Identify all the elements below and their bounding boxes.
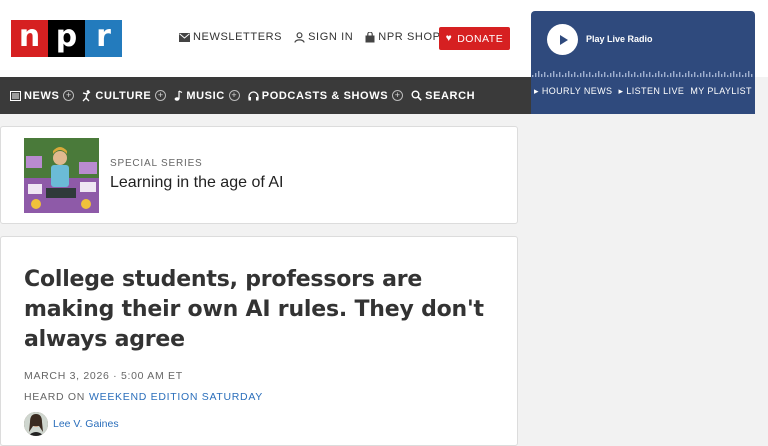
logo-letter-p: p	[48, 20, 85, 57]
newsletters-link[interactable]: NEWSLETTERS	[179, 31, 282, 43]
music-note-icon	[174, 90, 183, 101]
hourly-news-link[interactable]: ▸ HOURLY NEWS	[534, 86, 612, 97]
heart-icon: ♥	[445, 33, 453, 44]
expand-plus-icon[interactable]: +	[392, 90, 404, 101]
nav-item-music[interactable]: MUSIC +	[174, 89, 240, 102]
headphones-icon	[248, 90, 259, 101]
nav-item-culture[interactable]: CULTURE +	[82, 89, 167, 102]
player-links: ▸ HOURLY NEWS ▸ LISTEN LIVE MY PLAYLIST	[531, 86, 755, 97]
series-thumbnail-image[interactable]	[24, 138, 99, 213]
nav-item-news[interactable]: NEWS +	[10, 89, 75, 102]
newsletters-label: NEWSLETTERS	[193, 31, 283, 43]
series-title-link[interactable]: Learning in the age of AI	[110, 174, 283, 192]
header-links: NEWSLETTERS SIGN IN NPR SHOP	[179, 31, 453, 43]
article-card: College students, professors are making …	[0, 236, 518, 446]
npr-shop-link[interactable]: NPR SHOP	[365, 31, 440, 43]
play-live-radio-label: Play Live Radio	[586, 34, 653, 44]
envelope-icon	[179, 32, 190, 42]
listen-live-link[interactable]: ▸ LISTEN LIVE	[619, 86, 685, 97]
author-link[interactable]: Lee V. Gaines	[53, 418, 119, 430]
shopping-bag-icon	[365, 31, 375, 43]
main-nav: NEWS + CULTURE + MUSIC + PODCASTS & SHOW…	[0, 77, 531, 114]
sign-in-label: SIGN IN	[308, 31, 354, 43]
expand-plus-icon[interactable]: +	[63, 90, 75, 101]
nav-culture-label: CULTURE	[95, 89, 152, 102]
nav-podcasts-label: PODCASTS & SHOWS	[261, 89, 389, 102]
series-label: SPECIAL SERIES	[110, 158, 203, 169]
nav-search-label: SEARCH	[425, 89, 476, 102]
donate-label: DONATE	[457, 32, 504, 45]
expand-plus-icon[interactable]: +	[228, 90, 240, 101]
npr-logo[interactable]: n p r	[11, 20, 122, 57]
heard-on: HEARD ON WEEKEND EDITION SATURDAY	[24, 391, 263, 403]
heard-on-prefix: HEARD ON	[24, 391, 86, 403]
author-avatar[interactable]	[24, 412, 48, 436]
live-radio-player: Play Live Radio ▸ HOURLY NEWS ▸ LISTEN L…	[531, 11, 755, 114]
article-headline: College students, professors are making …	[24, 267, 484, 352]
user-icon	[294, 31, 305, 43]
sign-in-link[interactable]: SIGN IN	[294, 31, 353, 43]
dancer-icon	[82, 89, 92, 102]
logo-letter-n: n	[11, 20, 48, 57]
nav-item-search[interactable]: SEARCH	[411, 90, 475, 102]
expand-plus-icon[interactable]: +	[155, 90, 167, 101]
listen-live-label: LISTEN LIVE	[626, 86, 685, 96]
special-series-card[interactable]: SPECIAL SERIES Learning in the age of AI	[0, 126, 518, 224]
donate-button[interactable]: ♥ DONATE	[439, 27, 510, 50]
hourly-news-label: HOURLY NEWS	[541, 86, 613, 96]
audio-waveform-graphic	[532, 71, 753, 77]
play-live-radio-button[interactable]	[547, 24, 578, 55]
article-dateline: MARCH 3, 2026 · 5:00 AM ET	[24, 370, 183, 382]
nav-music-label: MUSIC	[186, 89, 225, 102]
npr-shop-label: NPR SHOP	[378, 31, 441, 43]
show-link[interactable]: WEEKEND EDITION SATURDAY	[89, 391, 263, 403]
byline: Lee V. Gaines	[24, 412, 119, 436]
my-playlist-link[interactable]: MY PLAYLIST	[690, 86, 752, 97]
nav-item-podcasts-shows[interactable]: PODCASTS & SHOWS +	[248, 89, 404, 102]
logo-letter-r: r	[85, 20, 122, 57]
play-icon	[559, 34, 568, 45]
newspaper-icon	[10, 90, 21, 101]
nav-news-label: NEWS	[24, 89, 60, 102]
search-icon	[411, 90, 422, 101]
